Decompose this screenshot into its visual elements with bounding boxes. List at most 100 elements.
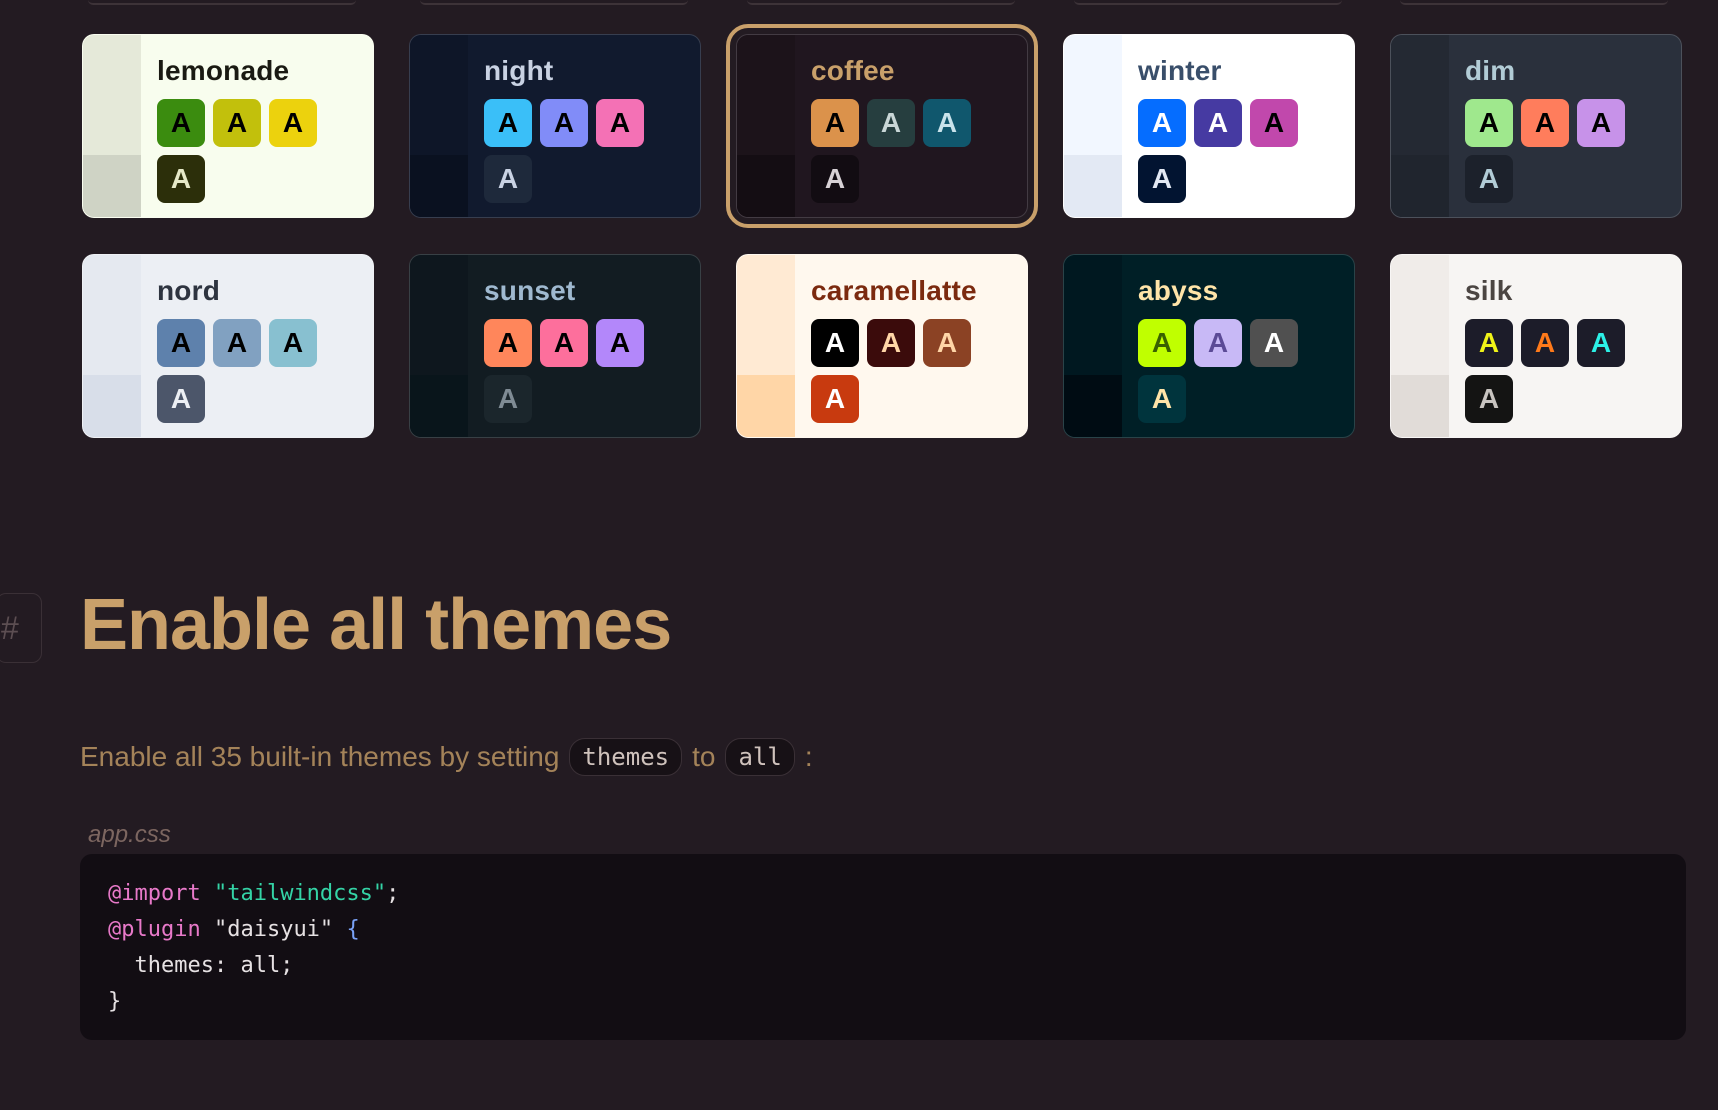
theme-card-caramellatte[interactable]: caramellatte A A A A	[736, 254, 1028, 438]
secondary-swatch: A	[540, 319, 588, 367]
secondary-swatch: A	[1521, 99, 1569, 147]
neutral-swatch: A	[811, 375, 859, 423]
theme-swatches: AAAA	[157, 99, 327, 203]
accent-swatch: A	[1250, 99, 1298, 147]
heading-anchor-link[interactable]: #	[0, 593, 42, 663]
accent-swatch: A	[596, 99, 644, 147]
primary-swatch: A	[157, 99, 205, 147]
inline-code-themes: themes	[569, 738, 683, 776]
neutral-swatch: A	[484, 375, 532, 423]
theme-name: silk	[1465, 275, 1513, 306]
theme-name: dim	[1465, 55, 1516, 86]
code-line: }	[108, 989, 122, 1014]
description-text: :	[804, 741, 813, 772]
theme-card-abyss[interactable]: abyss A A A A	[1063, 254, 1355, 438]
accent-swatch: A	[1250, 319, 1298, 367]
theme-name: winter	[1138, 55, 1222, 86]
neutral-swatch: A	[811, 155, 859, 203]
code-punct: ;	[386, 881, 400, 906]
neutral-swatch: A	[1138, 375, 1186, 423]
secondary-swatch: A	[867, 99, 915, 147]
neutral-swatch: A	[1138, 155, 1186, 203]
section-heading: Enable all themes	[80, 585, 672, 665]
code-line: @plugin "daisyui" {	[108, 912, 1658, 948]
neutral-swatch: A	[157, 375, 205, 423]
theme-swatches: AAAA	[484, 99, 654, 203]
theme-grid: lemonade A A A Anight A A A Acoffee A A A Awinter A A A…	[82, 24, 1682, 438]
code-keyword: @import	[108, 881, 201, 906]
primary-swatch: A	[1465, 99, 1513, 147]
theme-name: coffee	[811, 55, 895, 86]
theme-sidebar-strip-bottom	[737, 155, 795, 217]
secondary-swatch: A	[213, 99, 261, 147]
accent-swatch: A	[596, 319, 644, 367]
theme-sidebar-strip-bottom	[410, 155, 468, 217]
secondary-swatch: A	[1194, 319, 1242, 367]
theme-sidebar-strip-bottom	[1391, 375, 1449, 437]
theme-name: lemonade	[157, 55, 290, 86]
primary-swatch: A	[1138, 319, 1186, 367]
theme-swatches: AAAA	[1465, 319, 1635, 423]
secondary-swatch: A	[213, 319, 261, 367]
theme-sidebar-strip-bottom	[1064, 375, 1122, 437]
theme-sidebar-strip-bottom	[1064, 155, 1122, 217]
theme-name: abyss	[1138, 275, 1219, 306]
code-brace: {	[346, 917, 360, 942]
theme-sidebar-strip-bottom	[83, 155, 141, 217]
section-description: Enable all 35 built-in themes by setting…	[80, 738, 813, 776]
neutral-swatch: A	[157, 155, 205, 203]
accent-swatch: A	[1577, 319, 1625, 367]
neutral-swatch: A	[484, 155, 532, 203]
accent-swatch: A	[1577, 99, 1625, 147]
primary-swatch: A	[484, 319, 532, 367]
code-filename: app.css	[88, 821, 171, 848]
primary-swatch: A	[811, 319, 859, 367]
accent-swatch: A	[923, 319, 971, 367]
theme-card-lemonade[interactable]: lemonade A A A A	[82, 34, 374, 218]
description-text: to	[692, 741, 716, 772]
theme-name: nord	[157, 275, 221, 306]
theme-name: night	[484, 55, 554, 86]
secondary-swatch: A	[540, 99, 588, 147]
theme-swatches: AAAA	[811, 99, 981, 203]
theme-name: caramellatte	[811, 275, 977, 306]
code-line: @import "tailwindcss";	[108, 876, 1658, 912]
secondary-swatch: A	[867, 319, 915, 367]
primary-swatch: A	[1465, 319, 1513, 367]
code-string: "daisyui"	[213, 917, 334, 942]
code-keyword: @plugin	[108, 917, 201, 942]
secondary-swatch: A	[1521, 319, 1569, 367]
primary-swatch: A	[811, 99, 859, 147]
neutral-swatch: A	[1465, 375, 1513, 423]
theme-card-silk[interactable]: silk A A A A	[1390, 254, 1682, 438]
accent-swatch: A	[269, 99, 317, 147]
primary-swatch: A	[1138, 99, 1186, 147]
secondary-swatch: A	[1194, 99, 1242, 147]
code-line: themes: all;	[108, 953, 294, 978]
theme-card-winter[interactable]: winter A A A A	[1063, 34, 1355, 218]
theme-card-dim[interactable]: dim A A A A	[1390, 34, 1682, 218]
primary-swatch: A	[157, 319, 205, 367]
theme-swatches: AAAA	[484, 319, 654, 423]
neutral-swatch: A	[1465, 155, 1513, 203]
theme-sidebar-strip-bottom	[1391, 155, 1449, 217]
theme-swatches: AAAA	[1465, 99, 1635, 203]
theme-swatches: AAAA	[157, 319, 327, 423]
inline-code-all: all	[725, 738, 795, 776]
theme-swatches: AAAA	[811, 319, 981, 423]
theme-card-sunset[interactable]: sunset A A A A	[409, 254, 701, 438]
accent-swatch: A	[923, 99, 971, 147]
theme-name: sunset	[484, 275, 576, 306]
theme-card-nord[interactable]: nord A A A A	[82, 254, 374, 438]
theme-swatches: AAAA	[1138, 319, 1308, 423]
theme-sidebar-strip-bottom	[737, 375, 795, 437]
code-block[interactable]: @import "tailwindcss"; @plugin "daisyui"…	[80, 854, 1686, 1040]
theme-card-coffee[interactable]: coffee A A A A	[726, 24, 1038, 228]
primary-swatch: A	[484, 99, 532, 147]
accent-swatch: A	[269, 319, 317, 367]
theme-sidebar-strip-bottom	[83, 375, 141, 437]
theme-card-night[interactable]: night A A A A	[409, 34, 701, 218]
code-string: "tailwindcss"	[213, 881, 387, 906]
theme-sidebar-strip-bottom	[410, 375, 468, 437]
theme-swatches: AAAA	[1138, 99, 1308, 203]
